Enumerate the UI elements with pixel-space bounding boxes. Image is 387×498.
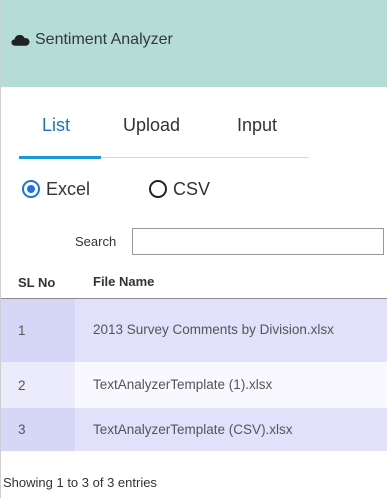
column-header-sl-no[interactable]: SL No	[1, 267, 75, 299]
radio-checked-icon[interactable]	[22, 180, 40, 198]
table-row[interactable]: 2 TextAnalyzerTemplate (1).xlsx	[1, 362, 387, 408]
cell-file-name[interactable]: TextAnalyzerTemplate (1).xlsx	[75, 362, 387, 408]
tab-list[interactable]: List	[42, 115, 70, 136]
radio-csv[interactable]: CSV	[149, 179, 210, 200]
column-header-file-name[interactable]: File Name	[75, 267, 387, 299]
cell-file-name[interactable]: 2013 Survey Comments by Division.xlsx	[75, 298, 387, 362]
app-header: Sentiment Analyzer	[1, 0, 387, 87]
table-row[interactable]: 1 2013 Survey Comments by Division.xlsx	[1, 298, 387, 362]
active-tab-indicator	[19, 156, 101, 159]
cell-file-name[interactable]: TextAnalyzerTemplate (CSV).xlsx	[75, 408, 387, 451]
search-input[interactable]	[132, 228, 384, 255]
app-window: Sentiment Analyzer List Upload Input Exc…	[0, 0, 387, 498]
radio-csv-label: CSV	[173, 178, 211, 199]
cell-sl-no: 2	[1, 362, 75, 408]
file-type-selector: Excel CSV	[22, 177, 210, 201]
table-header-row: SL No File Name	[1, 267, 387, 299]
app-title: Sentiment Analyzer	[35, 31, 173, 48]
app-title-group: Sentiment Analyzer	[11, 31, 173, 49]
table-info: Showing 1 to 3 of 3 entries	[3, 475, 157, 490]
search-label: Search	[75, 234, 117, 249]
view-tabs: List Upload Input	[19, 110, 309, 159]
cloud-icon	[11, 34, 30, 46]
radio-excel[interactable]: Excel	[22, 179, 90, 200]
tab-upload[interactable]: Upload	[123, 115, 180, 136]
table-row[interactable]: 3 TextAnalyzerTemplate (CSV).xlsx	[1, 408, 387, 451]
search-bar: Search	[1, 228, 387, 256]
radio-excel-label: Excel	[46, 178, 91, 199]
cell-sl-no: 3	[1, 408, 75, 451]
file-table: SL No File Name 1 2013 Survey Comments b…	[1, 267, 387, 451]
cell-sl-no: 1	[1, 298, 75, 362]
radio-unchecked-icon[interactable]	[149, 180, 168, 198]
tab-input[interactable]: Input	[237, 115, 277, 136]
